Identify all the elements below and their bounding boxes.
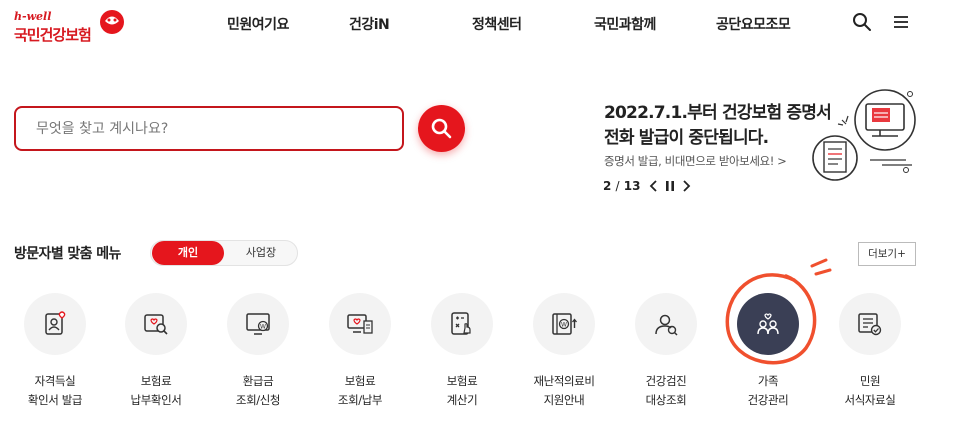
nav-item-minwon[interactable]: 민원여기요	[227, 14, 289, 34]
quick-menu-label-line2: 건강관리	[747, 393, 789, 407]
nav-item-health-in[interactable]: 건강iN	[349, 14, 390, 34]
quick-menu-label: 보험료계산기	[406, 372, 518, 410]
quick-menu-catastrophic-medical[interactable]: W 재난적의료비지원안내	[533, 293, 603, 413]
hamburger-menu-icon[interactable]	[891, 12, 911, 32]
banner-page-total: 13	[623, 179, 641, 193]
banner-page-sep: /	[615, 179, 620, 193]
calculator-icon	[451, 312, 471, 335]
quick-menu-icon-circle	[125, 293, 187, 355]
family-health-icon	[757, 313, 779, 335]
quick-menu-label-line1: 보험료	[446, 374, 478, 388]
nav-item-with-people[interactable]: 국민과함께	[594, 14, 656, 34]
quick-menu-label-line1: 재난적의료비	[533, 374, 595, 388]
nav-item-policy-center[interactable]: 정책센터	[472, 14, 522, 34]
quick-menu-label: 자격득실확인서 발급	[0, 372, 111, 410]
quick-menu-label: 건강검진대상조회	[610, 372, 722, 410]
menu-section-title: 방문자별 맞춤 메뉴	[14, 246, 121, 262]
quick-menu-label-line1: 가족	[757, 374, 779, 388]
quick-menu-label-line1: 보험료	[140, 374, 172, 388]
quick-menu-label-line2: 지원안내	[543, 393, 585, 407]
svg-text:W: W	[260, 324, 266, 331]
search-button[interactable]	[418, 105, 465, 152]
monitor-refund-icon: W	[246, 313, 270, 335]
quick-menu-label-line1: 자격득실	[34, 374, 76, 388]
nav-item-about[interactable]: 공단요모조모	[716, 14, 791, 34]
toggle-business[interactable]: 사업장	[225, 241, 297, 265]
quick-menu-label-line2: 서식자료실	[844, 393, 896, 407]
quick-menu-health-checkup[interactable]: 건강검진대상조회	[635, 293, 705, 413]
quick-menu-refund[interactable]: W 환급금조회/신청	[227, 293, 297, 413]
quick-menu-icon-circle: W	[227, 293, 289, 355]
prev-arrow-icon[interactable]	[647, 178, 661, 194]
quick-menu-icon-circle: W	[533, 293, 595, 355]
quick-menu-label: 재난적의료비지원안내	[508, 372, 620, 410]
banner-page-indicator: 2 / 13	[603, 179, 640, 193]
svg-text:W: W	[561, 322, 567, 329]
quick-menu-label-line2: 납부확인서	[130, 393, 182, 407]
document-search-icon	[144, 314, 168, 335]
more-button[interactable]: 더보기+	[858, 242, 916, 266]
quick-menu-qualification[interactable]: 자격득실확인서 발급	[24, 293, 94, 413]
quick-menu-family-health[interactable]: 가족건강관리	[737, 293, 807, 413]
quick-menu-icon-circle	[839, 293, 901, 355]
quick-menu-calculator[interactable]: 보험료계산기	[431, 293, 501, 413]
quick-menu-icon-circle	[431, 293, 493, 355]
quick-menu-label: 환급금조회/신청	[202, 372, 314, 410]
quick-menu-label-line2: 확인서 발급	[27, 393, 83, 407]
quick-menu-icon-circle	[635, 293, 697, 355]
quick-menu-label-line1: 민원	[859, 374, 881, 388]
quick-menu-label-line2: 조회/납부	[337, 393, 383, 407]
form-document-icon	[858, 313, 882, 336]
banner-page-current: 2	[603, 179, 612, 193]
quick-menu-label-line2: 계산기	[446, 393, 478, 407]
quick-menu-icon-circle	[24, 293, 86, 355]
certificate-illustration-icon	[812, 89, 916, 181]
banner-subtitle-link[interactable]: 증명서 발급, 비대면으로 받아보세요! >	[604, 153, 787, 169]
quick-menu-label-line1: 보험료	[344, 374, 376, 388]
quick-menu-icon-circle	[329, 293, 391, 355]
quick-menu-label: 가족건강관리	[712, 372, 824, 410]
payment-monitor-icon	[347, 314, 373, 334]
search-field	[14, 106, 404, 151]
search-input[interactable]	[36, 118, 386, 140]
visitor-type-toggle: 개인 사업장	[150, 240, 298, 266]
search-icon[interactable]	[852, 12, 872, 32]
quick-menu-label: 보험료납부확인서	[100, 372, 212, 410]
quick-menu-icon-circle	[737, 293, 799, 355]
medical-support-icon: W	[552, 313, 578, 335]
quick-menu-label: 보험료조회/납부	[304, 372, 416, 410]
quick-menu-label-line1: 환급금	[242, 374, 274, 388]
id-card-icon	[45, 311, 66, 335]
next-arrow-icon[interactable]	[679, 178, 693, 194]
quick-menu-forms[interactable]: 민원서식자료실	[839, 293, 909, 413]
quick-menu-label-line1: 건강검진	[645, 374, 687, 388]
pause-icon[interactable]	[663, 178, 677, 194]
global-nav: 민원여기요 건강iN 정책센터 국민과함께 공단요모조모	[0, 0, 966, 44]
search-icon	[431, 118, 452, 139]
quick-menu-premium-certificate[interactable]: 보험료납부확인서	[125, 293, 195, 413]
quick-menu-label: 민원서식자료실	[814, 372, 926, 410]
toggle-personal[interactable]: 개인	[152, 241, 224, 265]
quick-menu-label-line2: 대상조회	[645, 393, 687, 407]
quick-menu-label-line2: 조회/신청	[235, 393, 281, 407]
quick-menu-premium-payment[interactable]: 보험료조회/납부	[329, 293, 399, 413]
health-checkup-icon	[655, 314, 678, 336]
